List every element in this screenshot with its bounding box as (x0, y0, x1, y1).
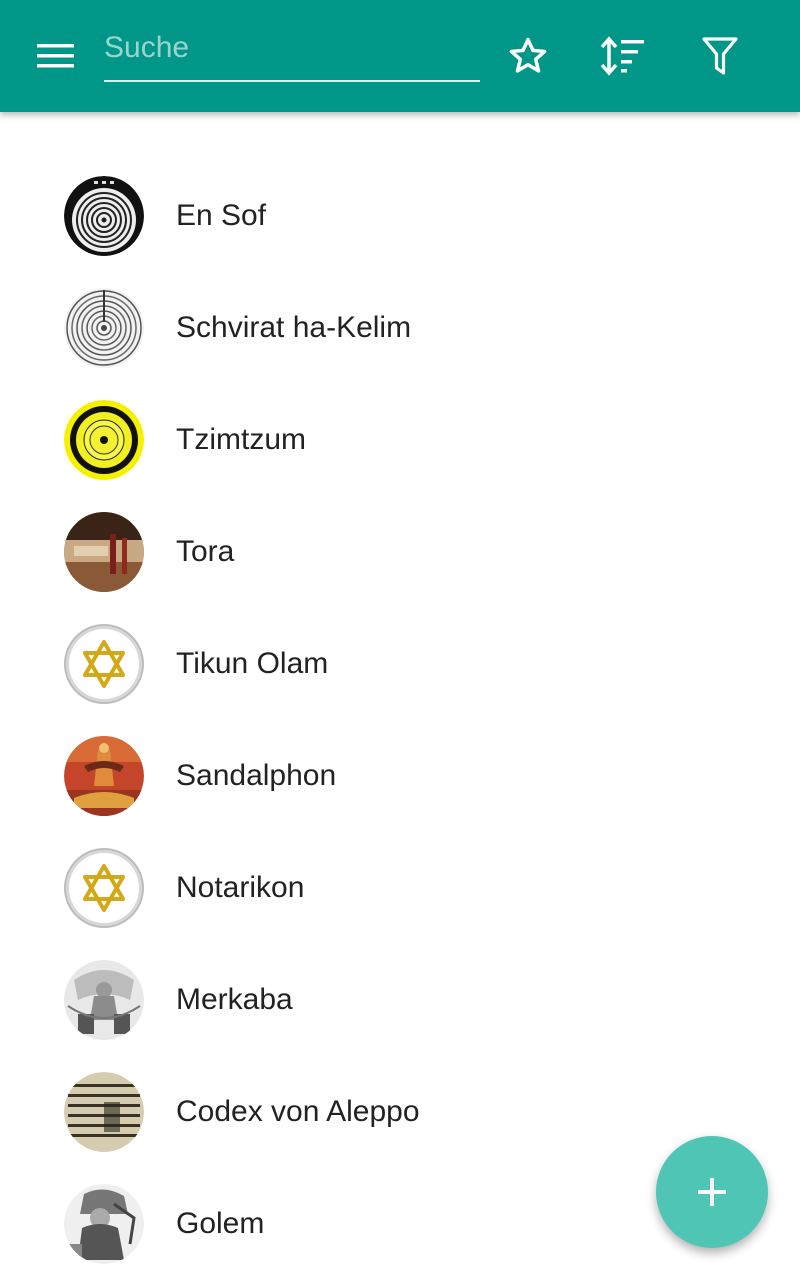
star-icon (509, 37, 547, 73)
schvirat-avatar (64, 288, 144, 368)
tora-avatar (64, 512, 144, 592)
list-item-label: En Sof (176, 199, 267, 232)
filter-button[interactable] (692, 28, 748, 84)
star-of-david-avatar (64, 848, 144, 928)
search-input[interactable] (104, 24, 480, 72)
star-of-david-avatar (64, 624, 144, 704)
search-field (104, 24, 480, 82)
list-item-label: Sandalphon (176, 759, 337, 792)
list-item-merkaba[interactable]: Merkaba (0, 944, 800, 1056)
en-sof-avatar (64, 176, 144, 256)
list-item-label: Tora (176, 535, 235, 568)
golem-avatar (64, 1184, 144, 1264)
list-item-label: Golem (176, 1207, 265, 1240)
list-item-label: Schvirat ha-Kelim (176, 311, 412, 344)
sandalphon-avatar (64, 736, 144, 816)
filter-icon (702, 37, 738, 75)
list-item-label: Codex von Aleppo (176, 1095, 420, 1128)
favorites-button[interactable] (500, 28, 556, 84)
topic-list: En Sof Schvirat ha-Kelim Tzimtzum Tora T… (0, 160, 800, 1280)
list-item-tikun-olam[interactable]: Tikun Olam (0, 608, 800, 720)
sort-icon (600, 36, 644, 76)
list-item-label: Merkaba (176, 983, 293, 1016)
sort-button[interactable] (595, 28, 651, 84)
tzimtzum-avatar (64, 400, 144, 480)
menu-icon (37, 44, 74, 68)
menu-button[interactable] (22, 28, 90, 84)
list-item-sandalphon[interactable]: Sandalphon (0, 720, 800, 832)
list-item-label: Notarikon (176, 871, 305, 904)
list-item-tora[interactable]: Tora (0, 496, 800, 608)
codex-avatar (64, 1072, 144, 1152)
list-item-notarikon[interactable]: Notarikon (0, 832, 800, 944)
list-item-tzimtzum[interactable]: Tzimtzum (0, 384, 800, 496)
list-item-label: Tzimtzum (176, 423, 306, 456)
list-item-schvirat-ha-kelim[interactable]: Schvirat ha-Kelim (0, 272, 800, 384)
add-button[interactable] (656, 1136, 768, 1248)
list-item-label: Tikun Olam (176, 647, 329, 680)
list-item-en-sof[interactable]: En Sof (0, 160, 800, 272)
app-bar (0, 0, 800, 112)
merkaba-avatar (64, 960, 144, 1040)
plus-icon (698, 1178, 726, 1206)
